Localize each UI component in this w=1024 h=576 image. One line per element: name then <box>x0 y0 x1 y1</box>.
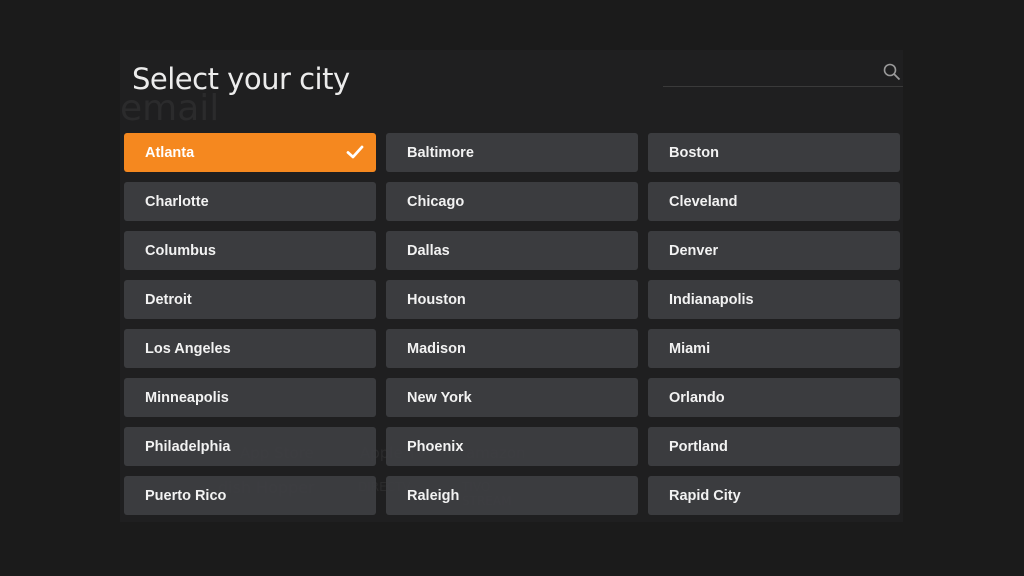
city-label: Indianapolis <box>669 291 754 308</box>
city-label: Rapid City <box>669 487 741 504</box>
city-label: Boston <box>669 144 719 161</box>
city-label: Phoenix <box>407 438 464 455</box>
city-label: Madison <box>407 340 466 357</box>
city-option-columbus[interactable]: Columbus <box>124 231 376 270</box>
city-label: Minneapolis <box>145 389 229 406</box>
city-option-charlotte[interactable]: Charlotte <box>124 182 376 221</box>
city-label: Portland <box>669 438 728 455</box>
city-label: Philadelphia <box>145 438 231 455</box>
city-label: Baltimore <box>407 144 474 161</box>
city-label: Los Angeles <box>145 340 231 357</box>
city-option-baltimore[interactable]: Baltimore <box>386 133 638 172</box>
search-icon[interactable] <box>883 63 901 81</box>
city-option-boston[interactable]: Boston <box>648 133 900 172</box>
city-search[interactable] <box>663 60 903 87</box>
city-label: New York <box>407 389 472 406</box>
city-label: Charlotte <box>145 193 209 210</box>
city-option-dallas[interactable]: Dallas <box>386 231 638 270</box>
city-option-minneapolis[interactable]: Minneapolis <box>124 378 376 417</box>
city-label: Atlanta <box>145 144 195 161</box>
city-option-portland[interactable]: Portland <box>648 427 900 466</box>
city-option-chicago[interactable]: Chicago <box>386 182 638 221</box>
city-label: Puerto Rico <box>145 487 227 504</box>
city-option-rapid-city[interactable]: Rapid City <box>648 476 900 515</box>
city-option-puerto-rico[interactable]: Puerto Rico <box>124 476 376 515</box>
city-option-cleveland[interactable]: Cleveland <box>648 182 900 221</box>
city-label: Orlando <box>669 389 725 406</box>
city-label: Detroit <box>145 291 192 308</box>
city-option-denver[interactable]: Denver <box>648 231 900 270</box>
city-option-miami[interactable]: Miami <box>648 329 900 368</box>
city-label: Denver <box>669 242 719 259</box>
city-option-los-angeles[interactable]: Los Angeles <box>124 329 376 368</box>
modal-title: Select your city <box>132 62 350 96</box>
city-label: Raleigh <box>407 487 460 504</box>
city-option-indianapolis[interactable]: Indianapolis <box>648 280 900 319</box>
city-option-philadelphia[interactable]: Philadelphia <box>124 427 376 466</box>
city-label: Dallas <box>407 242 450 259</box>
city-option-houston[interactable]: Houston <box>386 280 638 319</box>
city-search-input[interactable] <box>663 60 877 86</box>
city-option-new-york[interactable]: New York <box>386 378 638 417</box>
city-label: Houston <box>407 291 466 308</box>
city-option-detroit[interactable]: Detroit <box>124 280 376 319</box>
city-grid: Atlanta Baltimore Boston Charlotte Chicago Cl… <box>124 133 900 515</box>
city-option-raleigh[interactable]: Raleigh <box>386 476 638 515</box>
city-label: Columbus <box>145 242 216 259</box>
city-label: Chicago <box>407 193 465 210</box>
city-label: Cleveland <box>669 193 738 210</box>
city-option-atlanta[interactable]: Atlanta <box>124 133 376 172</box>
checkmark-icon <box>346 145 364 159</box>
city-option-madison[interactable]: Madison <box>386 329 638 368</box>
city-label: Miami <box>669 340 711 357</box>
city-option-phoenix[interactable]: Phoenix <box>386 427 638 466</box>
city-option-orlando[interactable]: Orlando <box>648 378 900 417</box>
